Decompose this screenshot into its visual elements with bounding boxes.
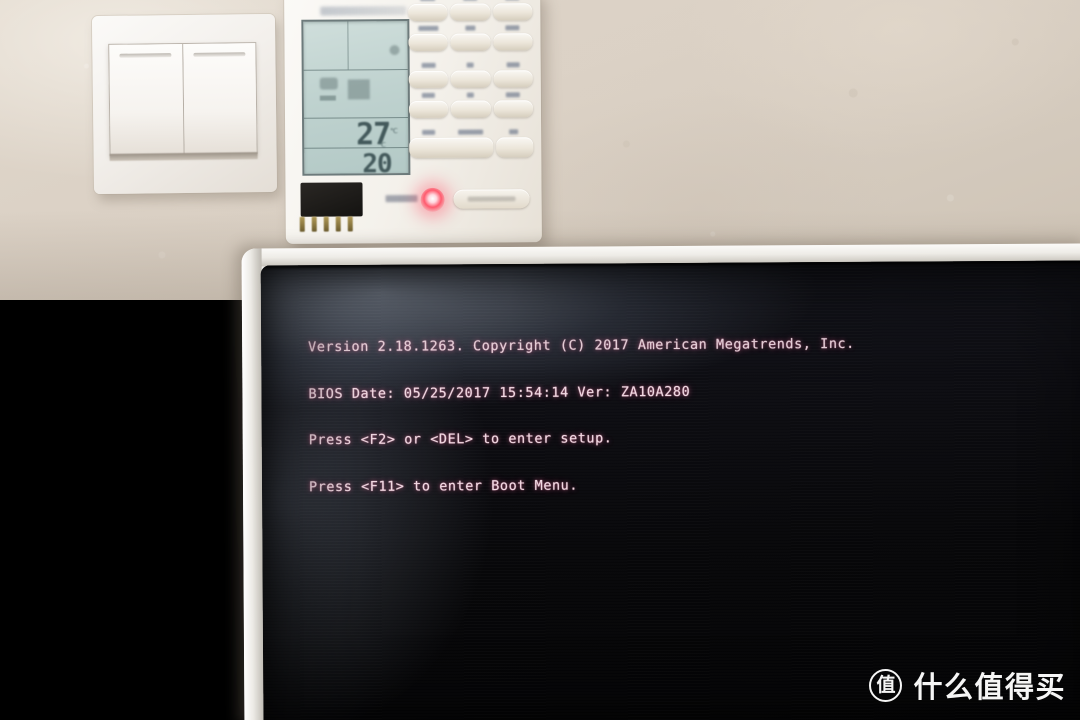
remote-button-row-2[interactable] (408, 33, 533, 52)
light-switch-rocker-2[interactable] (182, 43, 257, 155)
lcd-room-temperature: 20 (362, 149, 392, 180)
remote-button-4[interactable] (408, 33, 448, 52)
watermark-text: 什么值得买 (913, 670, 1066, 704)
remote-label-row-2 (408, 23, 532, 33)
bios-line-setup-key: Press <F2> or <DEL> to enter setup. (308, 430, 613, 449)
remote-button-5[interactable] (450, 33, 491, 51)
smzdm-logo-icon: 值 (869, 668, 903, 702)
remote-label-row-5 (409, 127, 533, 137)
remote-label-row-4 (409, 90, 533, 100)
remote-button-2[interactable] (450, 3, 490, 21)
remote-power-led-icon (420, 187, 445, 212)
lcd-set-temp-unit: ℃ (390, 128, 399, 136)
remote-button-14[interactable] (496, 137, 534, 158)
remote-button-grid[interactable] (408, 0, 534, 161)
light-switch-body[interactable] (108, 42, 258, 156)
remote-button-10[interactable] (408, 100, 449, 119)
light-switch-rocker-1[interactable] (109, 44, 185, 155)
remote-button-9[interactable] (493, 70, 533, 88)
remote-button-8[interactable] (451, 70, 491, 88)
remote-button-row-4[interactable] (408, 100, 533, 119)
remote-contact-pins (299, 216, 374, 233)
remote-button-6[interactable] (493, 33, 533, 51)
remote-button-row-1[interactable] (408, 3, 533, 22)
remote-label-row-3 (409, 60, 533, 70)
remote-button-7[interactable] (408, 70, 449, 89)
light-switch-plate[interactable] (91, 13, 278, 195)
remote-led-label (385, 194, 418, 203)
monitor-screen[interactable]: Version 2.18.1263. Copyright (C) 2017 Am… (260, 260, 1080, 720)
remote-button-13[interactable] (409, 137, 494, 159)
lcd-room-temp-unit: ℃ (378, 142, 387, 150)
remote-lcd-display: 27 ℃ 20 ℃ (301, 19, 411, 180)
remote-button-row-5[interactable] (409, 137, 534, 159)
remote-button-11[interactable] (451, 100, 491, 118)
remote-power-button[interactable] (453, 189, 530, 209)
computer-monitor: Version 2.18.1263. Copyright (C) 2017 Am… (241, 243, 1080, 720)
remote-ir-window (300, 182, 363, 217)
bios-line-date: BIOS Date: 05/25/2017 15:54:14 Ver: ZA10… (308, 383, 691, 402)
bios-boot-text: Version 2.18.1263. Copyright (C) 2017 Am… (308, 306, 856, 526)
ac-remote-control[interactable]: 27 ℃ 20 ℃ (284, 0, 542, 244)
photo-scene: 27 ℃ 20 ℃ Version 2.18.1263. Copyright (… (0, 0, 1080, 720)
remote-button-1[interactable] (408, 3, 448, 22)
watermark: 值 什么值得买 (869, 664, 1066, 706)
remote-button-3[interactable] (492, 3, 533, 21)
bios-line-boot-key: Press <F11> to enter Boot Menu. (308, 477, 579, 495)
remote-brand-logo (320, 6, 407, 16)
light-switch-shadow (109, 152, 258, 161)
bios-line-version: Version 2.18.1263. Copyright (C) 2017 Am… (308, 335, 855, 356)
remote-button-row-3[interactable] (408, 70, 533, 89)
remote-button-12[interactable] (493, 100, 533, 118)
